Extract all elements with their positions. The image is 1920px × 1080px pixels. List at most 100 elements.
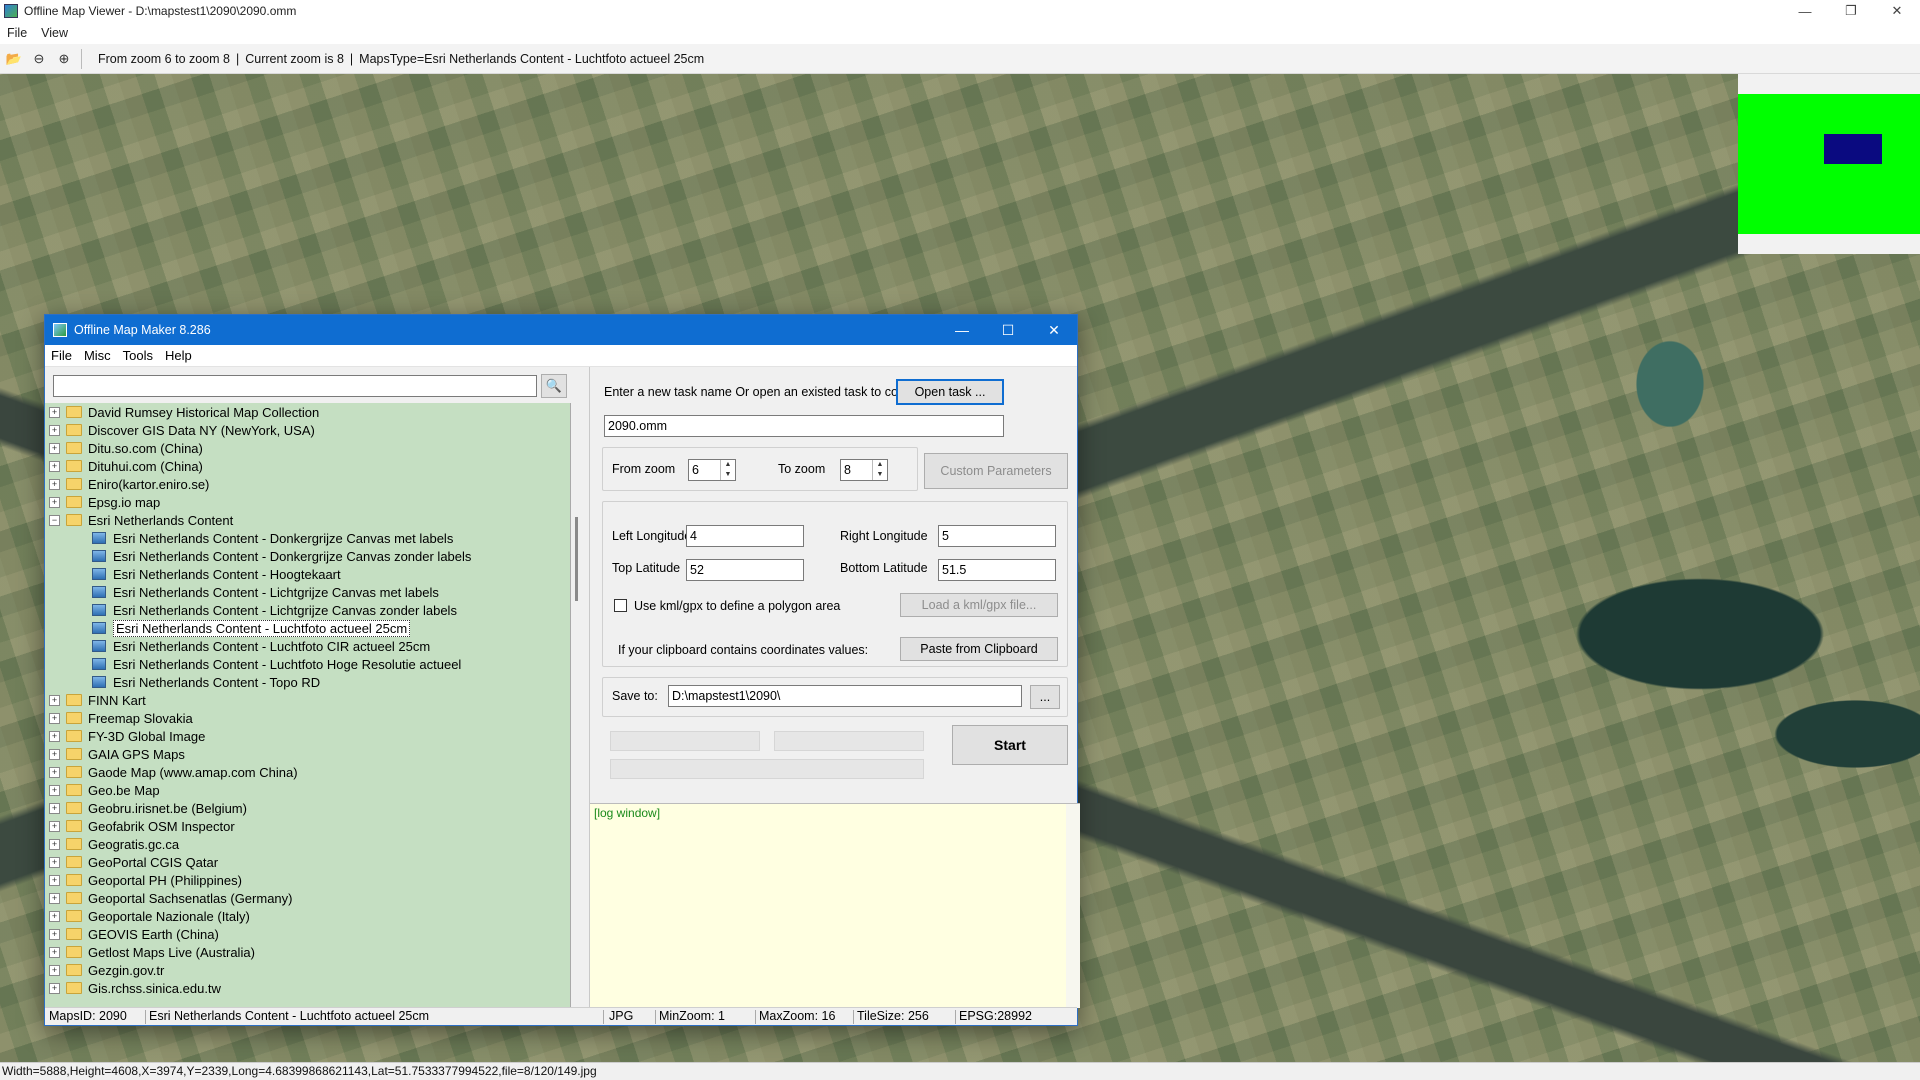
tree-map-item[interactable]: Esri Netherlands Content - Donkergrijze … <box>45 529 570 547</box>
tree-scrollbar-thumb[interactable] <box>575 517 578 601</box>
tree-folder-item[interactable]: + Gaode Map (www.amap.com China) <box>45 763 570 781</box>
save-path-field[interactable]: D:\mapstest1\2090\ <box>668 685 1022 707</box>
tree-map-item[interactable]: Esri Netherlands Content - Topo RD <box>45 673 570 691</box>
expand-icon[interactable]: + <box>49 712 60 724</box>
kml-polygon-checkbox[interactable] <box>614 599 627 612</box>
task-name-field[interactable]: 2090.omm <box>604 415 1004 437</box>
tree-folder-item[interactable]: + Geogratis.gc.ca <box>45 835 570 853</box>
expand-icon[interactable]: + <box>49 730 60 742</box>
tree-folder-item[interactable]: + Freemap Slovakia <box>45 709 570 727</box>
log-scrollbar[interactable] <box>1066 804 1080 1008</box>
zoom-in-icon[interactable]: ⊕ <box>53 48 75 70</box>
expand-icon[interactable]: + <box>49 478 60 490</box>
spinner-arrows-icon[interactable]: ▲ ▼ <box>720 460 735 480</box>
expand-icon[interactable]: + <box>49 406 60 418</box>
tree-folder-item[interactable]: + Gis.rchss.sinica.edu.tw <box>45 979 570 997</box>
expand-icon[interactable]: + <box>49 874 60 886</box>
expand-icon[interactable]: + <box>49 892 60 904</box>
expand-icon[interactable]: + <box>49 766 60 778</box>
restore-icon[interactable]: ❐ <box>1828 0 1874 22</box>
custom-parameters-button[interactable]: Custom Parameters <box>924 453 1068 489</box>
dialog-menu-tools[interactable]: Tools <box>117 348 159 363</box>
expand-icon[interactable]: + <box>49 838 60 850</box>
tree-folder-item[interactable]: + GAIA GPS Maps <box>45 745 570 763</box>
tree-folder-item[interactable]: + FINN Kart <box>45 691 570 709</box>
tree-map-item[interactable]: Esri Netherlands Content - Hoogtekaart <box>45 565 570 583</box>
overview-minimap[interactable] <box>1738 74 1920 254</box>
tree-folder-item[interactable]: + Geobru.irisnet.be (Belgium) <box>45 799 570 817</box>
tree-folder-item[interactable]: + Geoportale Nazionale (Italy) <box>45 907 570 925</box>
collapse-icon[interactable]: − <box>49 514 60 526</box>
expand-icon[interactable]: + <box>49 856 60 868</box>
tree-folder-item[interactable]: + GeoPortal CGIS Qatar <box>45 853 570 871</box>
bottom-latitude-field[interactable]: 51.5 <box>938 559 1056 581</box>
expand-icon[interactable]: + <box>49 802 60 814</box>
load-kml-button[interactable]: Load a kml/gpx file... <box>900 593 1058 617</box>
folder-icon <box>66 946 82 958</box>
top-latitude-field[interactable]: 52 <box>686 559 804 581</box>
tree-map-item[interactable]: Esri Netherlands Content - Luchtfoto CIR… <box>45 637 570 655</box>
tree-folder-item[interactable]: + Geo.be Map <box>45 781 570 799</box>
open-folder-icon[interactable]: 📂 <box>3 48 25 70</box>
dialog-menu-help[interactable]: Help <box>159 348 198 363</box>
tree-folder-item[interactable]: + Eniro(kartor.eniro.se) <box>45 475 570 493</box>
tree-folder-item[interactable]: − Esri Netherlands Content <box>45 511 570 529</box>
tree-map-item[interactable]: Esri Netherlands Content - Donkergrijze … <box>45 547 570 565</box>
tree-folder-item[interactable]: + Discover GIS Data NY (NewYork, USA) <box>45 421 570 439</box>
expand-icon[interactable]: + <box>49 910 60 922</box>
open-task-button[interactable]: Open task ... <box>896 379 1004 405</box>
expand-icon[interactable]: + <box>49 964 60 976</box>
viewer-menu-view[interactable]: View <box>34 26 75 40</box>
expand-icon[interactable]: + <box>49 748 60 760</box>
tree-folder-item[interactable]: + Gezgin.gov.tr <box>45 961 570 979</box>
expand-icon[interactable]: + <box>49 442 60 454</box>
dialog-menu-file[interactable]: File <box>45 348 78 363</box>
left-longitude-field[interactable]: 4 <box>686 525 804 547</box>
close-icon[interactable]: ✕ <box>1874 0 1920 22</box>
viewer-menu-file[interactable]: File <box>0 26 34 40</box>
map-source-tree[interactable]: + David Rumsey Historical Map Collection +… <box>45 403 571 1007</box>
right-longitude-field[interactable]: 5 <box>938 525 1056 547</box>
minimize-icon[interactable]: — <box>1782 0 1828 22</box>
zoom-out-icon[interactable]: ⊖ <box>28 48 50 70</box>
tree-folder-item[interactable]: + Epsg.io map <box>45 493 570 511</box>
minimap-viewport-rect[interactable] <box>1824 134 1882 164</box>
tree-folder-item[interactable]: + Getlost Maps Live (Australia) <box>45 943 570 961</box>
browse-folder-button[interactable]: ... <box>1030 685 1060 709</box>
close-icon[interactable]: ✕ <box>1031 315 1077 345</box>
clipboard-prompt-label: If your clipboard contains coordinates v… <box>618 643 869 657</box>
maximize-icon[interactable]: ☐ <box>985 315 1031 345</box>
tree-folder-item[interactable]: + FY-3D Global Image <box>45 727 570 745</box>
expand-icon[interactable]: + <box>49 928 60 940</box>
expand-icon[interactable]: + <box>49 424 60 436</box>
map-search-input[interactable] <box>53 375 537 397</box>
tree-folder-item[interactable]: + Ditu.so.com (China) <box>45 439 570 457</box>
tree-folder-item[interactable]: + Dituhui.com (China) <box>45 457 570 475</box>
expand-icon[interactable]: + <box>49 460 60 472</box>
tree-map-item[interactable]: Esri Netherlands Content - Luchtfoto act… <box>45 619 570 637</box>
tree-folder-item[interactable]: + Geoportal PH (Philippines) <box>45 871 570 889</box>
start-button[interactable]: Start <box>952 725 1068 765</box>
expand-icon[interactable]: + <box>49 982 60 994</box>
tree-folder-item[interactable]: + Geoportal Sachsenatlas (Germany) <box>45 889 570 907</box>
expand-icon[interactable]: + <box>49 946 60 958</box>
from-zoom-spinner[interactable]: 6 ▲ ▼ <box>688 459 736 481</box>
dialog-menu-misc[interactable]: Misc <box>78 348 117 363</box>
tree-folder-item[interactable]: + GEOVIS Earth (China) <box>45 925 570 943</box>
tree-folder-item[interactable]: + Geofabrik OSM Inspector <box>45 817 570 835</box>
log-window[interactable]: [log window] <box>590 803 1080 1008</box>
tree-map-item[interactable]: Esri Netherlands Content - Lichtgrijze C… <box>45 601 570 619</box>
tree-folder-item[interactable]: + David Rumsey Historical Map Collection <box>45 403 570 421</box>
minimize-icon[interactable]: — <box>939 315 985 345</box>
expand-icon[interactable]: + <box>49 784 60 796</box>
tree-map-item[interactable]: Esri Netherlands Content - Luchtfoto Hog… <box>45 655 570 673</box>
paste-clipboard-button[interactable]: Paste from Clipboard <box>900 637 1058 661</box>
expand-icon[interactable]: + <box>49 496 60 508</box>
spinner-arrows-icon[interactable]: ▲ ▼ <box>872 460 887 480</box>
tree-map-item[interactable]: Esri Netherlands Content - Lichtgrijze C… <box>45 583 570 601</box>
search-button[interactable]: 🔍 <box>541 374 567 398</box>
expand-icon[interactable]: + <box>49 694 60 706</box>
expand-icon[interactable]: + <box>49 820 60 832</box>
to-zoom-spinner[interactable]: 8 ▲ ▼ <box>840 459 888 481</box>
dialog-title-bar[interactable]: Offline Map Maker 8.286 — ☐ ✕ <box>45 315 1077 345</box>
